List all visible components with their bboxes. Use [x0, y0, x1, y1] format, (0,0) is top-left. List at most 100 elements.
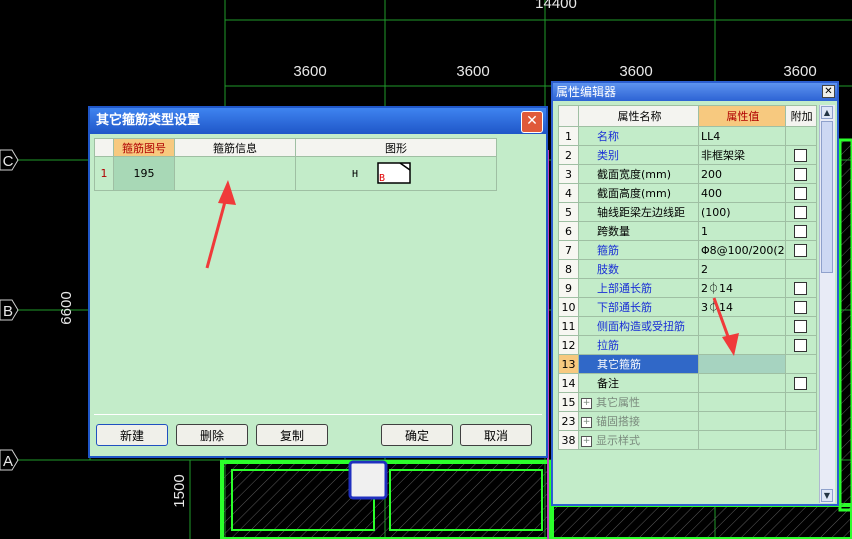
property-row[interactable]: 11 侧面构造或受扭筋 [558, 316, 817, 336]
header-property-name[interactable]: 属性名称 [578, 105, 699, 127]
attach-checkbox[interactable] [794, 376, 808, 390]
attach-checkbox[interactable] [794, 186, 808, 200]
property-value[interactable]: Φ8@100/200(2 [698, 240, 786, 260]
property-row[interactable]: 15 + 其它属性 [558, 392, 817, 412]
property-row[interactable]: 14 备注 [558, 373, 817, 393]
property-name[interactable]: 截面宽度(mm) [578, 164, 699, 184]
property-row[interactable]: 3 截面宽度(mm) 200 [558, 164, 817, 184]
property-scrollbar[interactable]: ▲ ▼ [819, 105, 835, 503]
property-name[interactable]: 其它箍筋 [578, 354, 699, 374]
stirrup-type-dialog: 其它箍筋类型设置 ✕ 箍筋图号 箍筋信息 图形 1 195 H B 新建 删除 [88, 106, 548, 458]
header-stirrup-info[interactable]: 箍筋信息 [174, 138, 296, 157]
bottom-dimension: 1500 [171, 474, 188, 507]
property-row[interactable]: 6 跨数量 1 [558, 221, 817, 241]
row-number: 5 [558, 202, 579, 222]
attach-checkbox[interactable] [794, 243, 808, 257]
svg-text:B: B [3, 303, 13, 320]
attach-checkbox[interactable] [794, 281, 808, 295]
property-name[interactable]: 跨数量 [578, 221, 699, 241]
property-name[interactable]: 肢数 [578, 259, 699, 279]
property-value[interactable] [698, 335, 786, 355]
property-value[interactable] [698, 411, 786, 431]
header-extra[interactable]: 附加 [784, 105, 817, 127]
property-row[interactable]: 7 箍筋 Φ8@100/200(2 [558, 240, 817, 260]
scroll-up-icon[interactable]: ▲ [821, 106, 833, 119]
attach-checkbox[interactable] [794, 224, 808, 238]
shape-cell[interactable]: H B [295, 156, 497, 191]
property-value[interactable]: 200 [698, 164, 786, 184]
property-value[interactable] [698, 430, 786, 450]
attach-checkbox[interactable] [794, 167, 808, 181]
property-row[interactable]: 12 拉筋 [558, 335, 817, 355]
expand-icon[interactable]: + [581, 435, 592, 447]
property-value[interactable]: (100) [698, 202, 786, 222]
expand-icon[interactable]: + [581, 416, 592, 428]
property-row[interactable]: 2 类别 非框架梁 [558, 145, 817, 165]
property-row[interactable]: 38 + 显示样式 [558, 430, 817, 450]
stirrup-code-cell[interactable]: 195 [113, 156, 175, 191]
property-row[interactable]: 4 截面高度(mm) 400 [558, 183, 817, 203]
property-name[interactable]: 类别 [578, 145, 699, 165]
property-name[interactable]: 下部通长筋 [578, 297, 699, 317]
stirrup-info-cell[interactable] [174, 156, 296, 191]
property-value[interactable] [698, 392, 786, 412]
property-row[interactable]: 13 其它箍筋 [558, 354, 817, 374]
property-name[interactable]: 上部通长筋 [578, 278, 699, 298]
table-row[interactable]: 1 195 H B [94, 156, 497, 191]
property-value[interactable] [698, 354, 786, 374]
copy-button[interactable]: 复制 [256, 424, 328, 446]
property-name[interactable]: + 其它属性 [578, 392, 699, 412]
attach-checkbox[interactable] [794, 338, 808, 352]
property-value[interactable]: 2⏀14 [698, 278, 786, 298]
extra-cell [784, 259, 817, 279]
header-shape[interactable]: 图形 [295, 138, 497, 157]
dialog-titlebar[interactable]: 其它箍筋类型设置 ✕ [90, 108, 546, 134]
cancel-button[interactable]: 取消 [460, 424, 532, 446]
property-name[interactable]: + 显示样式 [578, 430, 699, 450]
property-name[interactable]: 侧面构造或受扭筋 [578, 316, 699, 336]
property-row[interactable]: 10 下部通长筋 3⏀14 [558, 297, 817, 317]
dialog-title: 其它箍筋类型设置 [96, 113, 201, 128]
row-number: 7 [558, 240, 579, 260]
property-value[interactable]: 非框架梁 [698, 145, 786, 165]
property-value[interactable]: 2 [698, 259, 786, 279]
property-editor-titlebar[interactable]: 属性编辑器 ✕ [553, 83, 837, 101]
property-value[interactable]: LL4 [698, 126, 786, 146]
extra-cell [784, 411, 817, 431]
property-name[interactable]: 名称 [578, 126, 699, 146]
property-name[interactable]: 轴线距梁左边线距 [578, 202, 699, 222]
property-value[interactable] [698, 316, 786, 336]
attach-checkbox[interactable] [794, 148, 808, 162]
property-name[interactable]: 备注 [578, 373, 699, 393]
property-row[interactable]: 5 轴线距梁左边线距 (100) [558, 202, 817, 222]
property-name[interactable]: + 锚固搭接 [578, 411, 699, 431]
ok-button[interactable]: 确定 [381, 424, 453, 446]
row-number: 38 [558, 430, 579, 450]
property-name[interactable]: 箍筋 [578, 240, 699, 260]
corner-cell [558, 105, 579, 127]
header-property-value[interactable]: 属性值 [698, 105, 786, 127]
delete-button[interactable]: 删除 [176, 424, 248, 446]
property-name[interactable]: 截面高度(mm) [578, 183, 699, 203]
extra-cell [784, 240, 817, 260]
property-value[interactable]: 400 [698, 183, 786, 203]
expand-icon[interactable]: + [581, 397, 592, 409]
attach-checkbox[interactable] [794, 300, 808, 314]
property-row[interactable]: 8 肢数 2 [558, 259, 817, 279]
scroll-down-icon[interactable]: ▼ [821, 489, 833, 502]
property-row[interactable]: 23 + 锚固搭接 [558, 411, 817, 431]
attach-checkbox[interactable] [794, 205, 808, 219]
property-value[interactable]: 1 [698, 221, 786, 241]
property-value[interactable] [698, 373, 786, 393]
close-icon[interactable]: ✕ [521, 111, 543, 133]
property-value[interactable]: 3⏀14 [698, 297, 786, 317]
attach-checkbox[interactable] [794, 319, 808, 333]
header-stirrup-code[interactable]: 箍筋图号 [113, 138, 175, 157]
new-button[interactable]: 新建 [96, 424, 168, 446]
scroll-thumb[interactable] [821, 121, 833, 273]
column-block[interactable] [348, 460, 388, 500]
property-row[interactable]: 1 名称 LL4 [558, 126, 817, 146]
property-row[interactable]: 9 上部通长筋 2⏀14 [558, 278, 817, 298]
property-name[interactable]: 拉筋 [578, 335, 699, 355]
close-icon[interactable]: ✕ [822, 85, 835, 98]
